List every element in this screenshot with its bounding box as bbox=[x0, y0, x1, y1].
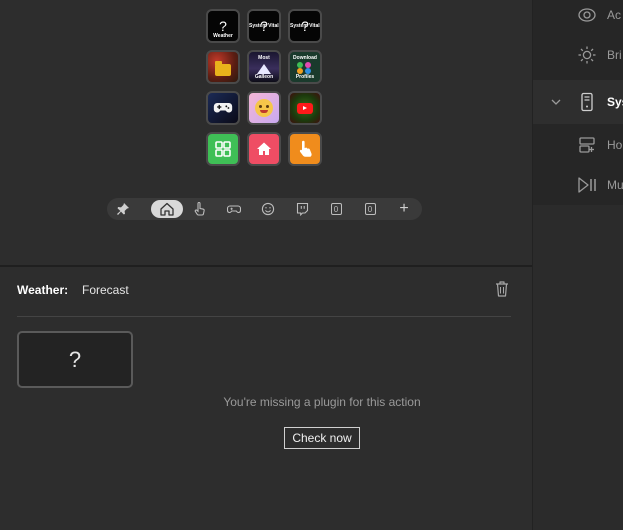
question-glyph: ? bbox=[68, 346, 82, 372]
hotkey-icon bbox=[579, 137, 595, 153]
page-emoji-button[interactable] bbox=[254, 200, 282, 218]
home-icon bbox=[160, 202, 174, 216]
sidebar-item-label: Ho bbox=[607, 138, 623, 152]
key-system-vitals-1[interactable]: System Vitals ? bbox=[247, 9, 281, 43]
key-download-profiles[interactable]: Download Profiles bbox=[288, 50, 322, 84]
home-icon bbox=[257, 142, 271, 155]
page-0-icon: 0 bbox=[364, 203, 376, 215]
youtube-icon bbox=[297, 102, 313, 114]
sidebar: Ac Bri Sys Ho Mu bbox=[533, 0, 623, 205]
twitch-icon bbox=[296, 202, 309, 216]
sidebar-item-label: Ac bbox=[607, 8, 622, 22]
page-home-button[interactable] bbox=[151, 200, 183, 218]
sidebar-item-label: Mu bbox=[607, 178, 623, 192]
brightness-icon bbox=[578, 46, 596, 64]
gamepad-icon bbox=[213, 103, 233, 113]
key-caption: Profiles bbox=[295, 74, 315, 80]
smiley-icon bbox=[261, 202, 275, 216]
pin-icon bbox=[117, 203, 129, 215]
sidebar-item-system[interactable]: Sys bbox=[533, 80, 623, 124]
sidebar-item-label: Sys bbox=[607, 95, 623, 109]
sidebar-item-brightness[interactable]: Bri bbox=[533, 35, 623, 75]
sidebar-item-activity[interactable]: Ac bbox=[533, 0, 623, 35]
page-twitch-button[interactable] bbox=[288, 200, 316, 218]
gamepad-icon bbox=[227, 205, 241, 214]
media-play-pause-icon bbox=[578, 177, 596, 193]
key-caption: Download bbox=[293, 55, 317, 61]
check-now-button[interactable]: Check now bbox=[284, 427, 360, 449]
page-gaming-button[interactable] bbox=[220, 200, 248, 218]
sidebar-empty-area bbox=[533, 205, 623, 530]
key-system-vitals-2[interactable]: System Vitals ? bbox=[288, 9, 322, 43]
page-0-icon: 0 bbox=[330, 203, 342, 215]
key-caption: Weather bbox=[213, 33, 233, 39]
page-bar: 0 0 + bbox=[107, 198, 422, 220]
canvas: ? Weather System Vitals ? System Vitals … bbox=[0, 0, 533, 265]
page-touch-button[interactable] bbox=[186, 200, 214, 218]
page-0-button[interactable]: 0 bbox=[322, 200, 350, 218]
key-gaming[interactable] bbox=[206, 91, 240, 125]
key-most-galleon[interactable]: Most Galleon bbox=[247, 50, 281, 84]
key-emoji[interactable] bbox=[247, 91, 281, 125]
key-youtube[interactable] bbox=[288, 91, 322, 125]
action-name: Forecast bbox=[82, 283, 129, 297]
activity-icon bbox=[578, 8, 596, 22]
action-preview[interactable]: ? bbox=[17, 331, 133, 388]
divider bbox=[17, 316, 511, 317]
add-page-button[interactable]: + bbox=[390, 200, 418, 218]
key-grid: ? Weather System Vitals ? System Vitals … bbox=[205, 8, 323, 166]
key-apps[interactable] bbox=[206, 132, 240, 166]
key-caption: System Vitals bbox=[290, 23, 322, 29]
trash-icon[interactable] bbox=[494, 280, 510, 298]
missing-plugin-message: You're missing a plugin for this action bbox=[223, 395, 421, 409]
key-weather[interactable]: ? Weather bbox=[206, 9, 240, 43]
key-caption: System Vitals bbox=[249, 23, 281, 29]
question-glyph: ? bbox=[219, 18, 227, 34]
action-plugin-title: Weather: bbox=[17, 283, 69, 297]
key-folder[interactable] bbox=[206, 50, 240, 84]
key-caption: Most bbox=[258, 55, 270, 61]
page-0-button[interactable]: 0 bbox=[356, 200, 384, 218]
apps-grid-icon bbox=[215, 141, 231, 157]
emoji-face-icon bbox=[255, 99, 273, 117]
ship-icon bbox=[257, 64, 271, 74]
folder-icon bbox=[215, 61, 231, 76]
hand-pointer-icon bbox=[194, 202, 205, 216]
sidebar-item-media[interactable]: Mu bbox=[533, 165, 623, 205]
pin-button[interactable] bbox=[109, 200, 137, 218]
computer-tower-icon bbox=[581, 92, 593, 112]
profiles-icon bbox=[297, 62, 313, 74]
sidebar-item-hotkey[interactable]: Ho bbox=[533, 125, 623, 165]
sidebar-item-label: Bri bbox=[607, 48, 622, 62]
action-panel: Weather: Forecast ? You're missing a plu… bbox=[0, 267, 533, 530]
key-home[interactable] bbox=[247, 132, 281, 166]
chevron-down-icon bbox=[551, 99, 561, 105]
key-touch[interactable] bbox=[288, 132, 322, 166]
plus-icon: + bbox=[399, 200, 409, 217]
key-caption: Galleon bbox=[254, 74, 274, 80]
hand-pointer-icon bbox=[299, 140, 312, 157]
